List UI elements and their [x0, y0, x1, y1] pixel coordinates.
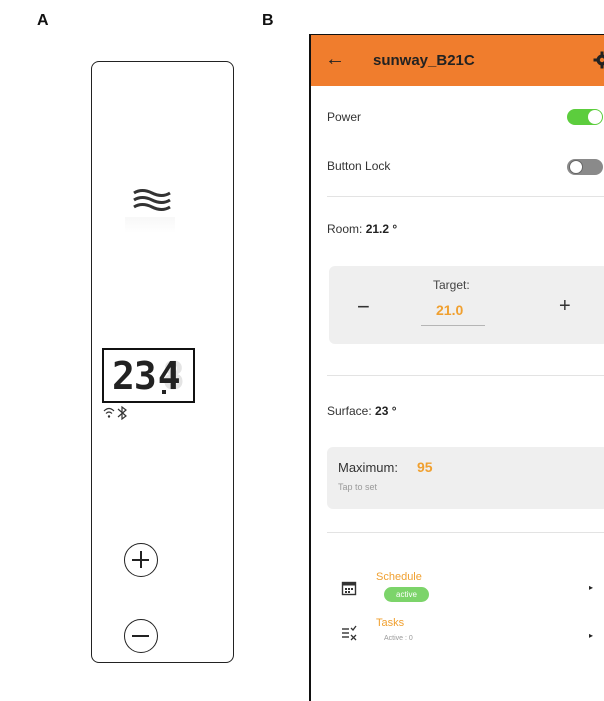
chevron-right-icon: ▸ — [589, 583, 594, 592]
calendar-icon — [341, 581, 357, 596]
room-value: 21.2 ° — [365, 222, 398, 236]
device-title: sunway_B21C — [373, 52, 475, 69]
gear-icon[interactable] — [593, 51, 604, 69]
heater-control-panel: 8 234 — [91, 61, 234, 663]
bluetooth-icon — [117, 406, 127, 420]
maximum-card[interactable]: Maximum: 95 Tap to set — [327, 447, 604, 509]
room-label: Room: — [327, 222, 363, 236]
schedule-item[interactable]: Schedule active ▸ — [311, 566, 604, 616]
panel-a-label: A — [37, 12, 49, 29]
power-toggle[interactable] — [567, 109, 603, 125]
target-value-underline — [421, 325, 485, 326]
mobile-app-screen: ← sunway_B21C Power Button Lock Room: 21… — [309, 34, 604, 701]
schedule-title: Schedule — [376, 571, 422, 583]
target-card: Target: − 21.0 + — [329, 266, 604, 344]
target-label: Target: — [433, 278, 470, 292]
chevron-right-icon: ▸ — [589, 631, 594, 640]
maximum-hint: Tap to set — [338, 482, 378, 492]
lcd-decimal-point — [162, 390, 166, 394]
minus-circle-icon[interactable] — [124, 619, 158, 653]
heat-waves-icon — [133, 189, 171, 211]
divider — [327, 375, 604, 376]
plus-circle-icon[interactable] — [124, 543, 158, 577]
app-bar: ← sunway_B21C — [311, 34, 604, 86]
lcd-display: 8 234 — [102, 348, 195, 403]
button-lock-toggle[interactable] — [567, 159, 603, 175]
schedule-status-badge: active — [384, 587, 429, 602]
lcd-integer: 23 — [112, 354, 157, 398]
maximum-value: 95 — [417, 459, 433, 475]
heat-icon-reflection — [125, 217, 175, 233]
divider — [327, 532, 604, 533]
maximum-label: Maximum: — [338, 460, 398, 475]
button-lock-label: Button Lock — [327, 159, 391, 173]
minus-stroke — [132, 635, 149, 637]
surface-label: Surface: — [327, 404, 372, 418]
lcd-digits: 234 — [112, 354, 181, 398]
room-reading: Room: 21.2 ° — [327, 222, 397, 236]
target-value[interactable]: 21.0 — [436, 302, 463, 318]
back-arrow-icon[interactable]: ← — [325, 49, 345, 69]
tasks-title: Tasks — [376, 617, 405, 629]
surface-value: 23 ° — [375, 404, 397, 418]
tasks-icon — [342, 625, 357, 641]
surface-reading: Surface: 23 ° — [327, 404, 397, 418]
tasks-item[interactable]: Tasks Active : 0 ▸ — [311, 614, 604, 664]
target-increment-button[interactable]: + — [559, 295, 571, 318]
panel-b-label: B — [262, 12, 274, 29]
toggle-knob — [569, 160, 583, 174]
connectivity-status — [103, 406, 127, 420]
tasks-subtitle: Active : 0 — [384, 635, 413, 642]
power-label: Power — [327, 110, 362, 124]
wifi-icon — [103, 407, 115, 418]
target-decrement-button[interactable]: − — [357, 294, 370, 320]
divider — [327, 196, 604, 197]
plus-vertical-stroke — [140, 551, 142, 568]
toggle-knob — [588, 110, 602, 124]
